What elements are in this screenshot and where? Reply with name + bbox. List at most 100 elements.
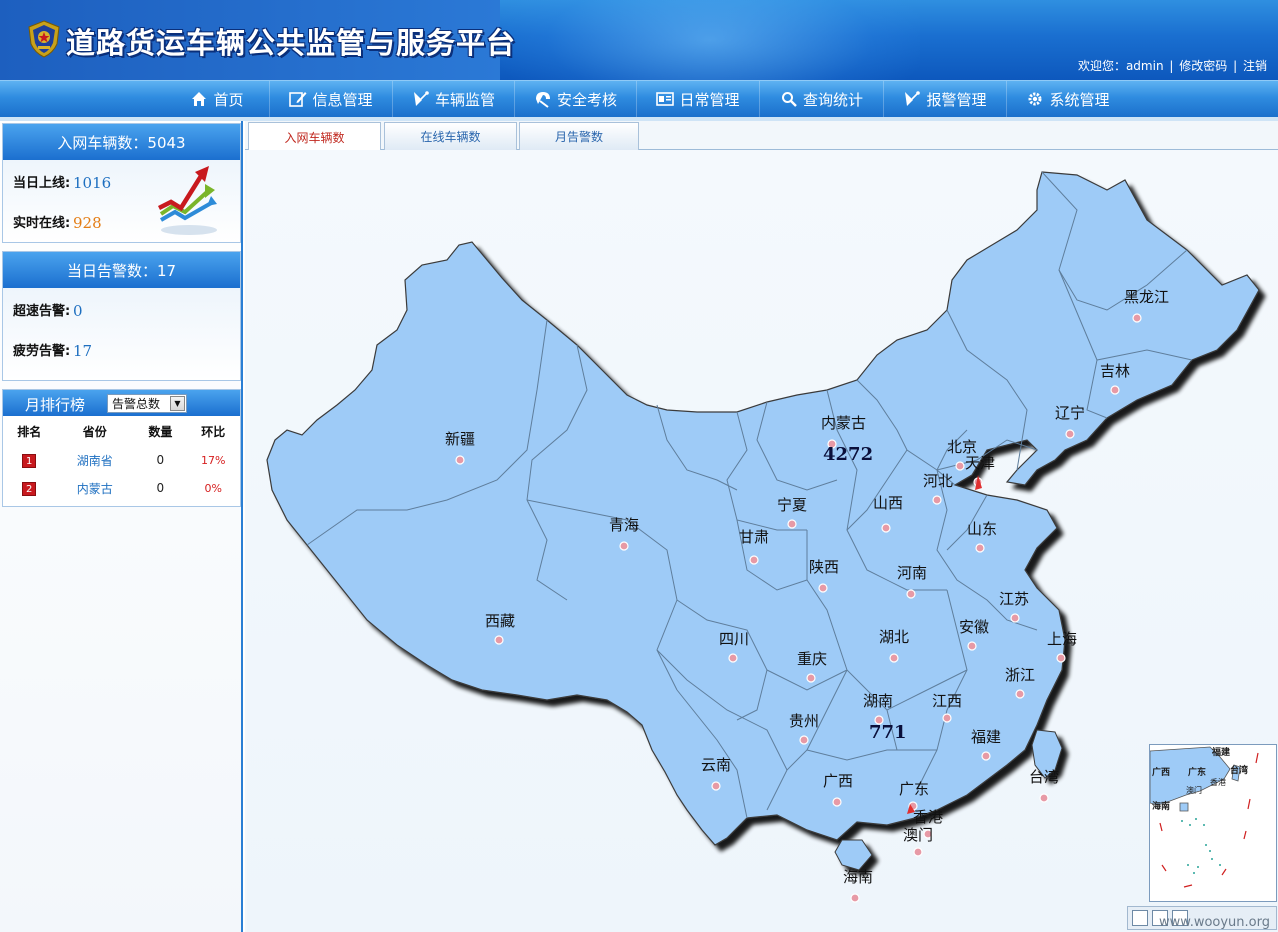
shield-icon xyxy=(534,90,552,108)
province-label[interactable]: 广西 xyxy=(823,772,853,790)
province-label[interactable]: 河北 xyxy=(923,472,953,490)
province-marker[interactable] xyxy=(619,541,629,551)
province-label[interactable]: 湖南 xyxy=(863,692,893,710)
province-label[interactable]: 福建 xyxy=(971,728,1001,746)
province-marker[interactable] xyxy=(889,653,899,663)
count-cell: 0 xyxy=(156,453,165,467)
province-marker[interactable] xyxy=(1065,429,1075,439)
table-row[interactable]: 1 湖南省 0 17% xyxy=(3,446,240,474)
province-marker[interactable] xyxy=(1039,793,1049,803)
welcome-text: 欢迎您：admin xyxy=(1077,59,1164,73)
nav-item-info-management[interactable]: 信息管理 xyxy=(270,81,393,117)
province-marker[interactable] xyxy=(1010,613,1020,623)
province-marker[interactable] xyxy=(955,461,965,471)
province-label[interactable]: 河南 xyxy=(897,564,927,582)
province-label[interactable]: 重庆 xyxy=(797,650,827,668)
south-china-sea-inset[interactable]: 福建 广西 广东 台湾 香港 澳门 海南 xyxy=(1149,744,1277,902)
province-marker[interactable] xyxy=(906,589,916,599)
province-label[interactable]: 江苏 xyxy=(999,590,1029,608)
province-marker[interactable] xyxy=(981,751,991,761)
province-marker[interactable] xyxy=(942,713,952,723)
tab-online-vehicles-total[interactable]: 入网车辆数 xyxy=(248,122,381,151)
province-label[interactable]: 山西 xyxy=(873,494,903,512)
province-marker[interactable] xyxy=(1110,385,1120,395)
realtime-online-value: 928 xyxy=(73,214,102,232)
change-password-link[interactable]: 修改密码 xyxy=(1179,59,1227,73)
province-label[interactable]: 宁夏 xyxy=(777,496,807,514)
province-marker[interactable] xyxy=(818,583,828,593)
speeding-label: 超速告警: xyxy=(13,304,71,319)
nav-item-alarm-management[interactable]: 报警管理 xyxy=(884,81,1007,117)
realtime-online-label: 实时在线: xyxy=(13,216,71,231)
user-bar-separator: | xyxy=(1169,59,1174,73)
province-marker[interactable] xyxy=(967,641,977,651)
province-label[interactable]: 吉林 xyxy=(1100,362,1130,380)
table-row[interactable]: 2 内蒙古 0 0% xyxy=(3,474,240,502)
alarm-count-title: 当日告警数：17 xyxy=(3,252,240,288)
column-header: 环比 xyxy=(201,424,226,439)
nav-item-vehicle-monitor[interactable]: 车辆监管 xyxy=(393,81,515,117)
chevron-down-icon[interactable]: ▼ xyxy=(170,396,185,411)
ranking-table: 排名 省份 数量 环比 1 湖南省 0 17% 2 内蒙古 0 0% xyxy=(3,416,240,502)
province-marker[interactable] xyxy=(455,455,465,465)
province-marker[interactable] xyxy=(832,797,842,807)
province-marker[interactable] xyxy=(728,653,738,663)
province-label[interactable]: 辽宁 xyxy=(1055,404,1085,422)
province-marker[interactable] xyxy=(850,893,860,903)
zoom-in-icon[interactable] xyxy=(1132,910,1148,926)
province-label[interactable]: 江西 xyxy=(932,692,962,710)
province-label[interactable]: 内蒙古 xyxy=(821,414,866,432)
province-marker[interactable] xyxy=(749,555,759,565)
nav-item-system-management[interactable]: 系统管理 xyxy=(1007,81,1129,117)
ranking-title: 月排行榜 xyxy=(25,396,86,414)
column-header: 排名 xyxy=(17,424,42,439)
province-marker[interactable] xyxy=(806,673,816,683)
province-marker[interactable] xyxy=(881,523,891,533)
province-label[interactable]: 云南 xyxy=(701,756,731,774)
province-marker[interactable] xyxy=(711,781,721,791)
province-marker[interactable] xyxy=(1056,653,1066,663)
province-label[interactable]: 黑龙江 xyxy=(1124,288,1169,306)
nav-item-label: 信息管理 xyxy=(312,90,373,109)
province-marker[interactable] xyxy=(913,847,923,857)
province-label[interactable]: 天津 xyxy=(965,454,995,472)
nav-item-query-statistics[interactable]: 查询统计 xyxy=(760,81,884,117)
province-marker[interactable] xyxy=(494,635,504,645)
province-label[interactable]: 上海 xyxy=(1047,630,1077,648)
tab-monthly-alarms[interactable]: 月告警数 xyxy=(519,122,639,150)
inset-label: 广西 xyxy=(1152,768,1171,778)
province-label[interactable]: 澳门 xyxy=(903,826,933,844)
province-label[interactable]: 陕西 xyxy=(809,558,839,576)
province-label[interactable]: 安徽 xyxy=(959,618,989,636)
province-label[interactable]: 台湾 xyxy=(1029,768,1059,786)
province-marker[interactable] xyxy=(975,543,985,553)
province-marker[interactable] xyxy=(1015,689,1025,699)
ratio-cell: 0% xyxy=(204,481,222,495)
province-label[interactable]: 海南 xyxy=(843,868,873,886)
logout-link[interactable]: 注销 xyxy=(1243,59,1267,73)
nav-item-home[interactable]: 首页 xyxy=(165,81,270,117)
tab-online-vehicles[interactable]: 在线车辆数 xyxy=(384,122,517,150)
ranking-metric-select[interactable]: 告警总数 ▼ xyxy=(107,394,187,413)
province-label[interactable]: 西藏 xyxy=(485,612,515,630)
province-label[interactable]: 湖北 xyxy=(879,628,909,646)
online-today-label: 当日上线: xyxy=(13,176,71,191)
province-marker[interactable] xyxy=(787,519,797,529)
province-label[interactable]: 新疆 xyxy=(445,430,475,448)
province-marker[interactable] xyxy=(799,735,809,745)
nav-item-safety-assessment[interactable]: 安全考核 xyxy=(515,81,637,117)
province-label[interactable]: 四川 xyxy=(719,630,749,648)
province-label[interactable]: 浙江 xyxy=(1005,666,1035,684)
fatigue-label: 疲劳告警: xyxy=(13,344,71,359)
province-label[interactable]: 甘肃 xyxy=(739,528,769,546)
province-marker[interactable] xyxy=(932,495,942,505)
province-label[interactable]: 山东 xyxy=(967,520,997,538)
province-label[interactable]: 青海 xyxy=(609,516,639,534)
province-marker[interactable] xyxy=(1132,313,1142,323)
province-label[interactable]: 香港 xyxy=(913,808,943,826)
province-label[interactable]: 广东 xyxy=(899,780,929,798)
ranking-select-value: 告警总数 xyxy=(112,397,161,411)
province-label[interactable]: 贵州 xyxy=(789,712,819,730)
nav-item-daily-management[interactable]: 日常管理 xyxy=(637,81,760,117)
header-glow xyxy=(500,0,920,80)
